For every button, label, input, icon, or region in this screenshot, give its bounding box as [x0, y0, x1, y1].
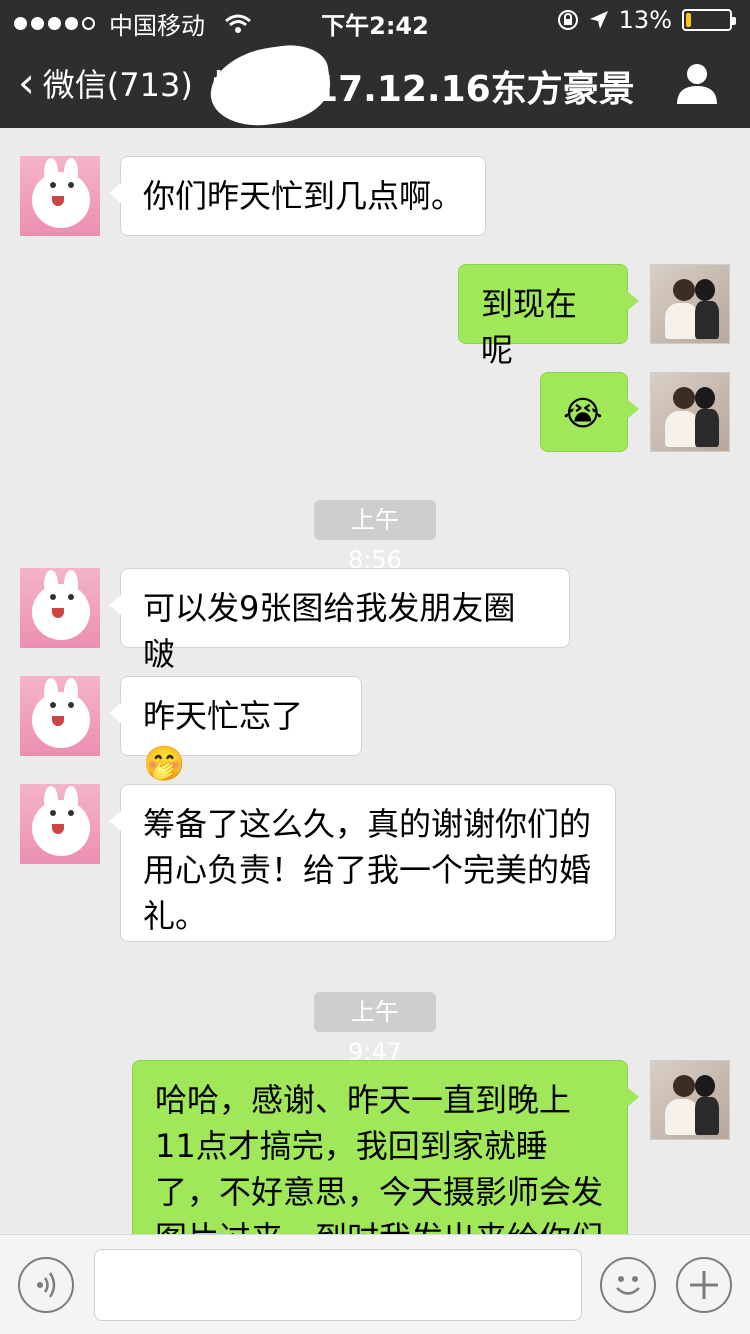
message-text: 你们昨天忙到几点啊。 [143, 177, 464, 215]
contact-avatar[interactable] [20, 676, 100, 756]
message-input[interactable] [94, 1249, 582, 1321]
message-text: 昨天忙忘了 [143, 697, 304, 735]
location-arrow-icon [589, 11, 608, 29]
back-button[interactable]: ‹ 微信(713) [18, 60, 193, 106]
timestamp: 上午8:56 [314, 500, 436, 574]
battery-fill [686, 13, 692, 27]
incoming-message[interactable]: 可以发9张图给我发朋友圈啵 [109, 568, 570, 673]
giggle-emoji: 🤭 [143, 744, 186, 784]
outgoing-message[interactable]: 😭 [540, 372, 639, 452]
redaction-mark [205, 40, 335, 132]
person-icon[interactable] [674, 60, 720, 106]
timestamp: 上午9:47 [314, 992, 436, 1066]
incoming-message[interactable]: 你们昨天忙到几点啊。 [109, 156, 486, 236]
battery-percent: 13% [618, 6, 672, 34]
outgoing-message[interactable]: 到现在呢 [458, 264, 639, 369]
status-bar: 中国移动 下午2:42 13% [0, 0, 750, 40]
input-bar [0, 1234, 750, 1334]
my-avatar[interactable] [650, 264, 730, 344]
back-label: 微信(713) [42, 66, 193, 104]
contact-avatar[interactable] [20, 156, 100, 236]
message-text: 哈哈，感谢、昨天一直到晚上11点才搞完，我回到家就睡了，不好意思，今天摄影师会发… [155, 1081, 604, 1234]
rotation-lock-icon [557, 10, 578, 30]
battery-icon [682, 9, 736, 31]
more-button[interactable] [676, 1257, 732, 1313]
contact-avatar[interactable] [20, 568, 100, 648]
contact-avatar[interactable] [20, 784, 100, 864]
message-list[interactable]: 你们昨天忙到几点啊。 到现在呢 😭 上午8:56 可以发9张图给我发朋友圈啵 昨… [0, 128, 750, 1234]
message-text: 可以发9张图给我发朋友圈啵 [143, 589, 516, 673]
chevron-left-icon: ‹ [18, 58, 35, 107]
my-avatar[interactable] [650, 1060, 730, 1140]
my-avatar[interactable] [650, 372, 730, 452]
message-text: 到现在呢 [481, 285, 578, 369]
message-text: 筹备了这么久，真的谢谢你们的用心负责！给了我一个完美的婚礼。 [143, 805, 592, 935]
incoming-message[interactable]: 筹备了这么久，真的谢谢你们的用心负责！给了我一个完美的婚礼。 [109, 784, 616, 942]
status-right: 13% [557, 6, 736, 34]
wechat-chat-screen: 中国移动 下午2:42 13% ‹ 微信(713) 情-2017.12.16东方… [0, 0, 750, 1334]
incoming-message[interactable]: 昨天忙忘了 🤭 [109, 676, 362, 784]
nav-bar: ‹ 微信(713) 情-2017.12.16东方豪景 [0, 40, 750, 132]
voice-button[interactable] [18, 1257, 74, 1313]
outgoing-message[interactable]: 哈哈，感谢、昨天一直到晚上11点才搞完，我回到家就睡了，不好意思，今天摄影师会发… [132, 1060, 639, 1234]
emoji-button[interactable] [600, 1257, 656, 1313]
smile-icon [616, 1276, 640, 1295]
plus-icon [690, 1271, 718, 1299]
crying-face-emoji: 😭 [563, 394, 603, 434]
voice-icon [37, 1272, 56, 1298]
